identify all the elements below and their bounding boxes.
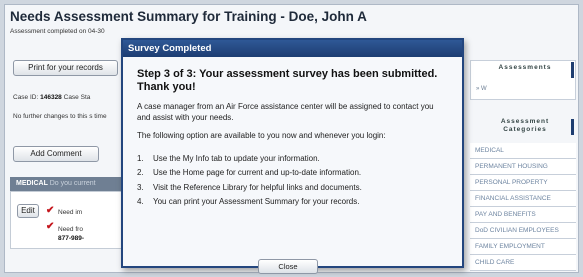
option-text: You can print your Assessment Summary fo… bbox=[153, 197, 360, 207]
assessments-link[interactable]: » W bbox=[476, 86, 487, 92]
case-info: Case ID: 146328 Case Sta bbox=[13, 94, 121, 101]
categories-heading: Assessment Categories bbox=[500, 118, 550, 133]
option-item: 4. You can print your Assessment Summary … bbox=[137, 195, 448, 210]
case-id-value: 146328 bbox=[40, 94, 62, 101]
option-number: 1. bbox=[137, 153, 144, 163]
category-medical[interactable]: MEDICAL bbox=[470, 143, 576, 159]
option-item: 2. Use the Home page for current and up-t… bbox=[137, 166, 448, 181]
medical-question: Do you current bbox=[49, 180, 96, 187]
assessments-marker bbox=[571, 62, 574, 78]
option-text: Visit the Reference Library for helpful … bbox=[153, 182, 362, 192]
option-text: Use the My Info tab to update your infor… bbox=[153, 153, 320, 163]
page-title: Needs Assessment Summary for Training - … bbox=[10, 9, 367, 24]
dialog-paragraph-case-manager: A case manager from an Air Force assista… bbox=[137, 102, 434, 122]
option-number: 3. bbox=[137, 182, 144, 192]
category-child-care[interactable]: CHILD CARE bbox=[470, 255, 576, 271]
category-dod-civilian-employees[interactable]: DoD CIVILIAN EMPLOYEES bbox=[470, 223, 576, 239]
medical-label: MEDICAL bbox=[16, 180, 48, 187]
dialog-title-bar: Survey Completed bbox=[123, 40, 462, 57]
dialog-body: Step 3 of 3: Your assessment survey has … bbox=[123, 57, 462, 209]
edit-button[interactable]: Edit bbox=[17, 204, 39, 218]
option-number: 2. bbox=[137, 168, 144, 178]
checkmark-icon: ✔ bbox=[46, 221, 55, 232]
dialog-paragraph-options: The following option are available to yo… bbox=[137, 131, 386, 140]
assessments-heading: Assessments bbox=[498, 64, 552, 71]
need-item: Need im bbox=[58, 209, 83, 216]
category-family-employment[interactable]: FAMILY EMPLOYMENT bbox=[470, 239, 576, 255]
dialog-heading: Step 3 of 3: Your assessment survey has … bbox=[137, 68, 438, 93]
survey-completed-dialog: Survey Completed Step 3 of 3: Your asses… bbox=[121, 38, 464, 274]
print-button[interactable]: Print for your records bbox=[13, 60, 118, 76]
option-item: 3. Visit the Reference Library for helpfu… bbox=[137, 180, 448, 195]
assessment-completed-text: Assessment completed on 04-30 bbox=[10, 28, 105, 35]
need-item: Need fro bbox=[58, 226, 83, 233]
medical-section-header: MEDICAL Do you current bbox=[10, 177, 128, 191]
category-personal-property[interactable]: PERSONAL PROPERTY bbox=[470, 175, 576, 191]
need-phone: 877-989- bbox=[58, 235, 85, 242]
category-financial-assistance[interactable]: FINANCIAL ASSISTANCE bbox=[470, 191, 576, 207]
option-text: Use the Home page for current and up-to-… bbox=[153, 168, 362, 178]
categories-marker bbox=[571, 119, 574, 135]
option-number: 4. bbox=[137, 197, 144, 207]
option-item: 1. Use the My Info tab to update your inf… bbox=[137, 151, 448, 166]
dialog-options-list: 1. Use the My Info tab to update your inf… bbox=[137, 151, 448, 209]
category-pay-and-benefits[interactable]: PAY AND BENEFITS bbox=[470, 207, 576, 223]
checkmark-icon: ✔ bbox=[46, 205, 55, 216]
add-comment-button[interactable]: Add Comment bbox=[13, 146, 99, 162]
case-id-label: Case ID: bbox=[13, 94, 39, 101]
case-status-label: Case Sta bbox=[63, 94, 91, 101]
category-list: MEDICAL PERMANENT HOUSING PERSONAL PROPE… bbox=[470, 143, 576, 271]
close-button[interactable]: Close bbox=[258, 259, 318, 274]
no-changes-text: No further changes to this s time bbox=[13, 113, 107, 120]
category-permanent-housing[interactable]: PERMANENT HOUSING bbox=[470, 159, 576, 175]
